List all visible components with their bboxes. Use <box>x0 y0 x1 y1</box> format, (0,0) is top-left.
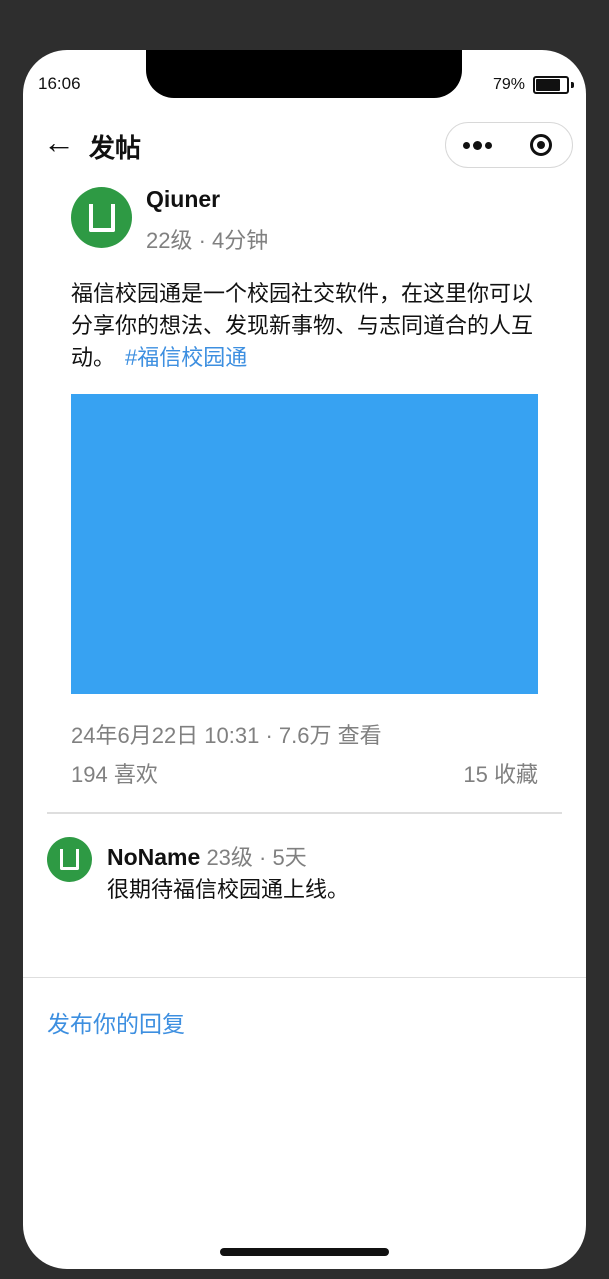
comment-header: NoName 23级 · 5天 <box>107 840 307 872</box>
post-content: 福信校园通是一个校园社交软件，在这里你可以分享你的想法、发现新事物、与志同道合的… <box>71 278 541 374</box>
header: ← 发帖 <box>23 120 586 170</box>
favorites-count[interactable]: 15 收藏 <box>463 757 538 789</box>
avatar-logo-icon <box>60 849 79 870</box>
more-dots-icon-right <box>485 141 492 149</box>
home-indicator <box>220 1248 389 1256</box>
battery-icon <box>533 76 569 94</box>
divider <box>47 812 562 814</box>
status-time: 16:06 <box>38 74 81 93</box>
author-name[interactable]: Qiuner <box>146 186 220 213</box>
battery-percent: 79% <box>492 76 525 93</box>
more-dots-icon-center <box>473 140 482 150</box>
avatar-logo-icon <box>88 203 115 232</box>
more-button[interactable] <box>446 123 509 167</box>
reply-button[interactable]: 发布你的回复 <box>47 1005 185 1039</box>
phone-screen: 16:06 79% ← 发帖 Qiuner 22级 · 4分钟 福信校园通是一个 <box>23 50 586 1269</box>
battery-cap <box>571 82 574 88</box>
post-stats: 24年6月22日 10:31 · 7.6万 查看 <box>71 723 382 748</box>
comment-text: 很期待福信校园通上线。 <box>107 877 350 902</box>
more-dots-icon <box>463 141 470 149</box>
mini-program-capsule <box>445 122 573 168</box>
comment-avatar[interactable] <box>47 837 92 882</box>
divider <box>23 977 586 978</box>
post-image[interactable] <box>71 394 538 694</box>
target-dot <box>536 141 545 149</box>
author-meta: 22级 · 4分钟 <box>146 228 269 253</box>
hashtag-link[interactable]: #福信校园通 <box>125 345 247 370</box>
notch <box>146 50 462 98</box>
page-title: 发帖 <box>89 133 142 163</box>
close-mini-program-button[interactable] <box>509 123 572 167</box>
back-arrow-icon[interactable]: ← <box>43 122 75 162</box>
comment-username[interactable]: NoName <box>107 844 200 870</box>
comment-meta: 23级 · 5天 <box>206 845 307 870</box>
battery-fill <box>536 79 560 91</box>
target-circle-icon <box>529 134 552 156</box>
likes-count[interactable]: 194 喜欢 <box>71 757 158 789</box>
status-right: 79% <box>493 76 574 94</box>
author-avatar[interactable] <box>71 187 132 248</box>
